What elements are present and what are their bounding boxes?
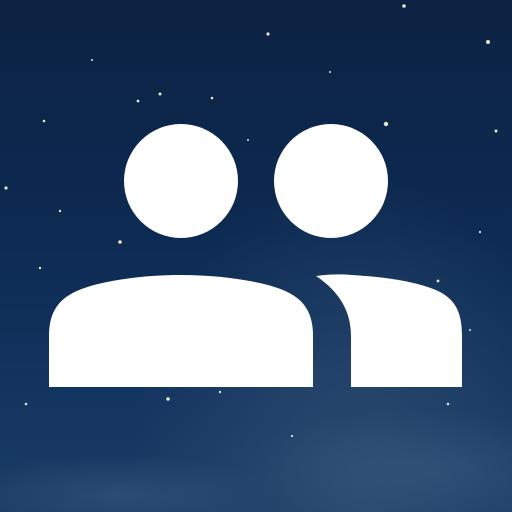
- right-person-head: [274, 124, 388, 238]
- left-person-body: [49, 275, 313, 387]
- app-icon[interactable]: [0, 0, 512, 512]
- right-person-body: [316, 274, 462, 387]
- left-person-head: [124, 124, 238, 238]
- people-group-icon: [49, 124, 462, 387]
